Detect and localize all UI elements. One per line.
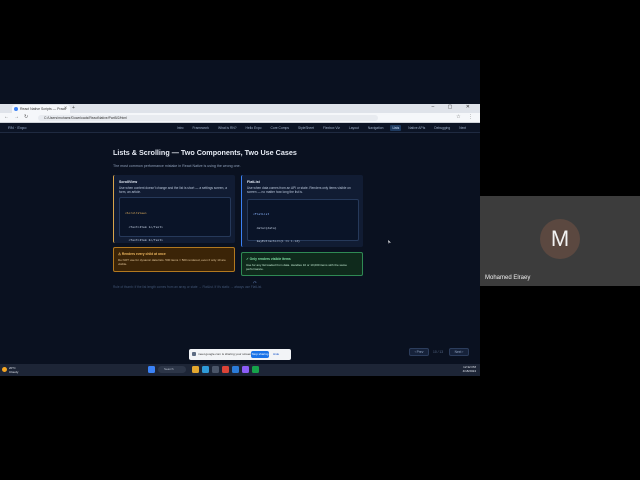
edge-icon[interactable] [202, 366, 209, 373]
nav-link[interactable]: Next [457, 125, 468, 131]
vscode-icon[interactable] [232, 366, 239, 373]
scrollview-card: ScrollView Use when content doesn't chan… [113, 175, 235, 269]
browser-menu-icon[interactable]: ☆ ⋮ [456, 114, 476, 120]
start-icon[interactable] [148, 366, 155, 373]
store-icon[interactable] [212, 366, 219, 373]
nav-link[interactable]: Navigation [366, 125, 386, 131]
nav-links: Intro Framework What is RN? Hello Expo Core … [175, 125, 468, 131]
nav-link[interactable]: Framework [191, 125, 212, 131]
page-subtitle: The most common performance mistake in R… [113, 164, 241, 168]
code-line: data={data} [253, 225, 277, 230]
scrollview-desc: Use when content doesn't change and the … [119, 186, 227, 195]
hide-share-bar-button[interactable]: Hide [273, 351, 279, 358]
system-clock[interactable]: 12:32 PM 4/18/2024 [462, 365, 476, 373]
next-button[interactable]: Next › [449, 348, 469, 356]
tab-title: React Native Scripts — Practi [20, 107, 67, 111]
reload-icon[interactable]: ↻ [24, 114, 28, 120]
shared-screen: React Native Scripts — Practi ✕ + – ▢ ✕ … [0, 60, 480, 376]
nav-link[interactable]: Intro [175, 125, 186, 131]
code-line: /> [253, 279, 257, 284]
flatlist-title: FlatList [247, 180, 260, 184]
taskbar-search[interactable]: Search [158, 366, 186, 373]
nav-link[interactable]: What is RN? [216, 125, 239, 131]
code-line: keyExtractor={i => i.id} [253, 239, 300, 243]
nav-link[interactable]: Native APIs [406, 125, 427, 131]
flatlist-code: <FlatList data={data} keyExtractor={i =>… [247, 199, 359, 284]
nav-link[interactable]: Core Comps [269, 125, 292, 131]
flatlist-desc: Use when data comes from an API or state… [247, 186, 351, 195]
footnote: Rule of thumb: if the list length comes … [113, 285, 263, 289]
pinned-apps [192, 366, 259, 373]
page-title: Lists & Scrolling — Two Components, Two … [113, 148, 297, 157]
weather-icon [2, 367, 7, 372]
nav-link[interactable]: Layout [347, 125, 361, 131]
scrollview-title: ScrollView [119, 180, 138, 184]
tip-body: Use for any list loaded from data. Handl… [246, 263, 347, 271]
share-notice: meet.google.com is sharing your screen. [198, 352, 253, 356]
meet-stage: React Native Scripts — Practi ✕ + – ▢ ✕ … [0, 0, 640, 480]
app-nav: RN · Expo Intro Framework What is RN? Hello… [0, 123, 480, 133]
tab-bar: React Native Scripts — Practi ✕ + – ▢ ✕ [0, 104, 480, 113]
avatar: M [540, 219, 580, 259]
page-count: 10 / 13 [433, 350, 444, 354]
nav-link[interactable]: StyleSheet [296, 125, 316, 131]
teams-icon[interactable] [242, 366, 249, 373]
app-brand[interactable]: RN · Expo [8, 125, 26, 130]
participant-name: Mohamed Elraey [485, 275, 531, 281]
code-line: <Text>Item 2</Text> [125, 238, 163, 242]
chrome-icon[interactable] [222, 366, 229, 373]
window-controls[interactable]: – ▢ ✕ [432, 104, 476, 110]
weather-widget[interactable]: 20°C Cloudy [9, 366, 18, 374]
file-explorer-icon[interactable] [192, 366, 199, 373]
scrollview-code: <ScrollView> <Text>Item 1</Text> <Text>I… [119, 197, 231, 269]
nav-link[interactable]: Flexbox Viz [321, 125, 342, 131]
forward-icon[interactable]: → [14, 114, 19, 120]
weather-desc: Cloudy [9, 370, 19, 374]
warning-body: Do NOT use for dynamic data lists. 500 i… [118, 258, 226, 266]
nav-link[interactable]: Hello Expo [244, 125, 264, 131]
tip-callout: ✓ Only renders visible items Use for any… [241, 252, 363, 276]
tab-close-icon[interactable]: ✕ [64, 105, 67, 110]
app-icon[interactable] [252, 366, 259, 373]
screen-share-bar: meet.google.com is sharing your screen. … [189, 349, 291, 360]
code-line: <ScrollView> [125, 211, 147, 215]
warning-title: ⚠ Renders every child at once [118, 252, 166, 256]
share-screen-icon [192, 352, 196, 356]
back-icon[interactable]: ← [4, 114, 9, 120]
code-line: <FlatList [253, 212, 270, 216]
tab-favicon-icon [14, 107, 18, 111]
nav-link[interactable]: Lists [390, 125, 402, 131]
flatlist-card: FlatList Use when data comes from an API… [241, 175, 363, 284]
windows-taskbar: 20°C Cloudy Search 12:32 PM 4/18/2024 [0, 364, 480, 376]
new-tab-icon[interactable]: + [72, 105, 75, 111]
url-field[interactable]: C:/Users/mohamr/Downloads/ReactNative/Pa… [38, 115, 378, 121]
warning-callout: ⚠ Renders every child at once Do NOT use… [113, 247, 235, 272]
nav-link[interactable]: Debugging [432, 125, 452, 131]
code-line: <Text>Item 1</Text> [125, 224, 163, 229]
tip-title: ✓ Only renders visible items [246, 257, 291, 261]
browser-window: React Native Scripts — Practi ✕ + – ▢ ✕ … [0, 104, 480, 376]
browser-tab[interactable]: React Native Scripts — Practi [12, 105, 70, 113]
prev-button[interactable]: ‹ Prev [409, 348, 429, 356]
address-bar: ← → ↻ C:/Users/mohamr/Downloads/ReactNat… [0, 113, 480, 123]
stop-sharing-button[interactable]: Stop sharing [251, 351, 269, 358]
clock-date: 4/18/2024 [462, 368, 476, 373]
participant-tile[interactable]: M Mohamed Elraey [480, 196, 640, 286]
